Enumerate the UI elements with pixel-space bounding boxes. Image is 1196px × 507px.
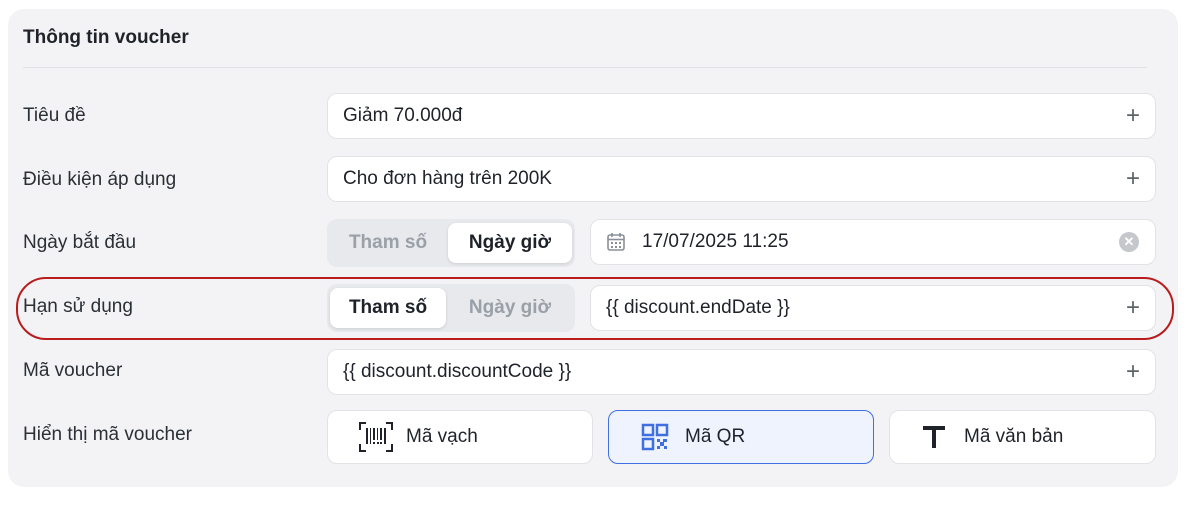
title-input[interactable]: Giảm 70.000đ +: [327, 93, 1156, 139]
qr-option-label: Mã QR: [685, 426, 746, 447]
condition-value: Cho đơn hàng trên 200K: [343, 168, 552, 189]
section-title: Thông tin voucher: [23, 27, 189, 48]
title-value: Giảm 70.000đ: [343, 105, 463, 126]
condition-label: Điều kiện áp dụng: [23, 169, 177, 190]
calendar-icon: [606, 231, 628, 253]
insert-param-icon[interactable]: +: [1111, 94, 1155, 138]
code-value: {{ discount.discountCode }}: [343, 361, 572, 382]
expiry-datetime-option[interactable]: Ngày giờ: [448, 288, 572, 328]
start-date-param-option[interactable]: Tham số: [330, 223, 446, 263]
expiry-param-option[interactable]: Tham số: [330, 288, 446, 328]
qr-option[interactable]: Mã QR: [608, 410, 874, 464]
expiry-input[interactable]: {{ discount.endDate }} +: [590, 285, 1156, 331]
text-icon: [916, 419, 952, 455]
barcode-icon: [358, 419, 394, 455]
text-option-label: Mã văn bản: [964, 426, 1064, 447]
condition-input[interactable]: Cho đơn hàng trên 200K +: [327, 156, 1156, 202]
barcode-option-label: Mã vạch: [406, 426, 478, 447]
expiry-label: Hạn sử dụng: [23, 296, 133, 317]
barcode-option[interactable]: Mã vạch: [327, 410, 593, 464]
start-date-value: 17/07/2025 11:25: [642, 231, 789, 252]
text-option[interactable]: Mã văn bản: [889, 410, 1156, 464]
divider: [23, 67, 1147, 68]
code-input[interactable]: {{ discount.discountCode }} +: [327, 349, 1156, 395]
start-date-mode-toggle: Tham số Ngày giờ: [327, 219, 575, 267]
insert-param-icon[interactable]: +: [1111, 157, 1155, 201]
insert-param-icon[interactable]: +: [1111, 350, 1155, 394]
display-label: Hiển thị mã voucher: [23, 424, 192, 445]
qr-code-icon: [637, 419, 673, 455]
title-label: Tiêu đề: [23, 105, 86, 126]
expiry-value: {{ discount.endDate }}: [606, 297, 790, 318]
expiry-mode-toggle: Tham số Ngày giờ: [327, 284, 575, 332]
start-date-picker[interactable]: 17/07/2025 11:25 ✕: [590, 219, 1156, 265]
code-label: Mã voucher: [23, 360, 123, 381]
insert-param-icon[interactable]: +: [1111, 286, 1155, 330]
clear-icon[interactable]: ✕: [1119, 232, 1139, 252]
start-date-label: Ngày bắt đầu: [23, 232, 137, 253]
start-date-datetime-option[interactable]: Ngày giờ: [448, 223, 572, 263]
